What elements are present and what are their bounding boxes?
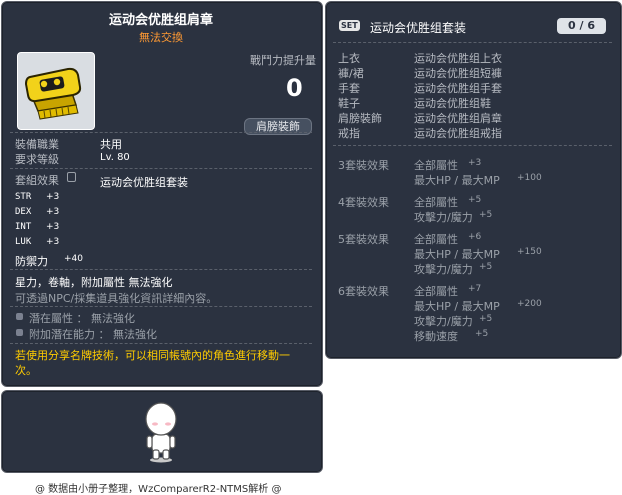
share-name-tag-note-cont: 次。 [15,364,37,377]
set-effect-label: 套組效果 [15,174,59,187]
enhance-info-note: 可透過NPC/採集道具強化資訊詳細內容。 [15,292,218,305]
set-piece-slot: 戒指 [338,127,360,140]
lock-icon [67,172,76,182]
trade-status: 無法交換 [139,31,183,44]
defense-value: +40 [64,254,83,264]
divider [10,306,312,307]
footer-credit: @ 数据由小册子整理，WzComparerR2-NTMS解析 @ [35,484,282,495]
set-piece-slot: 褲/裙 [338,67,364,80]
set-piece-slot: 手套 [338,82,360,95]
divider [10,343,312,344]
set-effect-stat-label: 全部屬性 [414,196,458,209]
set-effect-stat-value: +3 [468,158,482,168]
level-value: Lv. 80 [100,152,130,163]
potential-bullet-icon [16,313,23,320]
set-name: 运动会优胜组套装 [100,176,188,189]
set-piece-name: 运动会优胜组戒指 [414,127,502,140]
item-icon-frame [17,52,95,130]
set-piece-name: 运动会优胜组肩章 [414,112,502,125]
set-effect-stat-label: 攻擊力/魔力 [414,315,473,328]
additional-potential-bullet-icon [16,329,23,336]
job-label: 裝備職業 [15,138,59,151]
set-count: 0 / 6 [557,18,606,34]
set-effect-stat-value: +200 [517,299,542,309]
stat-name: INT [15,222,32,232]
set-piece-slot: 上衣 [338,52,360,65]
set-effect-stat-label: 攻擊力/魔力 [414,263,473,276]
set-effect-stat-label: 最大HP / 最大MP [414,174,500,187]
set-effect-stat-label: 最大HP / 最大MP [414,248,500,261]
stat-value: +3 [46,237,60,247]
divider [10,132,312,133]
set-effect-title: 4套裝效果 [338,196,389,209]
stat-value: +3 [46,207,60,217]
set-effect-stat-value: +5 [475,329,489,339]
set-effect-title: 6套裝效果 [338,285,389,298]
potential-status: 潛在屬性 ： 無法強化 [29,312,135,325]
set-effect-stat-value: +5 [479,210,493,220]
set-effect-stat-value: +5 [468,195,482,205]
set-piece-slot: 肩膀裝飾 [338,112,382,125]
enhance-note: 星力，卷軸，附加屬性 無法強化 [15,276,173,289]
set-effect-stat-value: +5 [479,314,493,324]
set-piece-name: 运动会优胜组短褲 [414,67,502,80]
divider [333,42,612,43]
share-name-tag-note: 若使用分享名牌技術，可以相同帳號內的角色進行移動一 [15,349,290,362]
set-effect-stat-label: 全部屬性 [414,233,458,246]
set-effect-stat-value: +5 [479,262,493,272]
set-piece-slot: 鞋子 [338,97,360,110]
set-effect-title: 3套裝效果 [338,159,389,172]
set-effect-stat-value: +100 [517,173,542,183]
stat-value: +3 [46,192,60,202]
set-effect-stat-label: 攻擊力/魔力 [414,211,473,224]
divider [10,168,312,169]
power-label: 戰鬥力提升量 [250,54,316,67]
stat-value: +3 [46,222,60,232]
set-piece-name: 运动会优胜组手套 [414,82,502,95]
additional-potential-status: 附加潛在能力 ： 無法強化 [29,328,157,341]
stat-name: DEX [15,207,32,217]
set-effect-stat-label: 全部屬性 [414,159,458,172]
set-effect-stat-value: +6 [468,232,482,242]
level-label: 要求等級 [15,153,59,166]
set-badge: SET [339,20,360,31]
set-piece-name: 运动会优胜组上衣 [414,52,502,65]
set-effect-stat-value: +7 [468,284,482,294]
set-effect-stat-value: +150 [517,247,542,257]
character-avatar-icon [145,402,177,463]
set-effect-stat-label: 移動速度 [414,330,458,343]
defense-label: 防禦力 [15,255,48,268]
stat-name: STR [15,192,32,202]
stat-name: LUK [15,237,32,247]
job-value: 共用 [100,138,122,151]
set-effect-stat-label: 全部屬性 [414,285,458,298]
set-panel-name: 运动会优胜组套装 [370,21,467,35]
item-name: 运动会优胜组肩章 [108,13,213,28]
power-value: 0 [286,74,303,102]
set-piece-name: 运动会优胜组鞋 [414,97,491,110]
set-effect-title: 5套裝效果 [338,233,389,246]
divider [333,145,612,146]
shoulder-badge-icon [24,67,82,120]
set-effect-stat-label: 最大HP / 最大MP [414,300,500,313]
divider [10,269,312,270]
